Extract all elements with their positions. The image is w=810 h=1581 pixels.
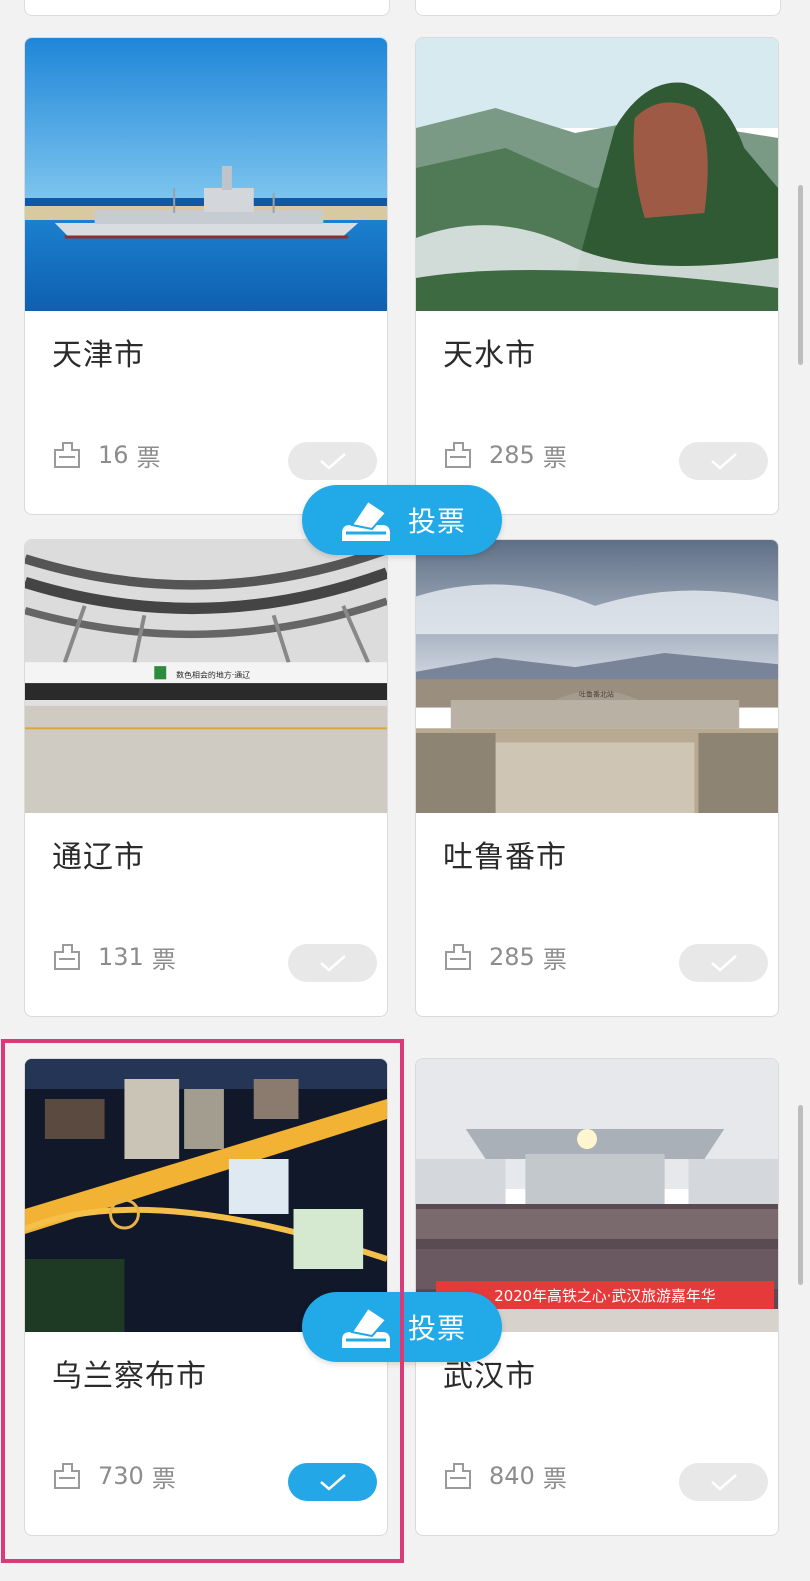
city-card-tianjin[interactable]: 天津市 16 票 bbox=[24, 37, 388, 515]
vote-number: 840 bbox=[489, 1462, 535, 1490]
vote-unit: 票 bbox=[151, 945, 176, 974]
checkmark-icon bbox=[319, 453, 346, 470]
checkmark-icon bbox=[710, 1474, 737, 1491]
scrollbar-thumb[interactable] bbox=[798, 185, 803, 365]
select-toggle[interactable] bbox=[679, 944, 768, 982]
checkmark-icon bbox=[319, 1474, 346, 1491]
checkmark-icon bbox=[710, 453, 737, 470]
ticket-icon bbox=[54, 1463, 80, 1489]
card-partial-left bbox=[24, 0, 390, 16]
select-toggle[interactable] bbox=[679, 442, 768, 480]
vote-button-label: 投票 bbox=[408, 505, 467, 538]
vote-unit: 票 bbox=[151, 1464, 176, 1493]
city-card-tianshui[interactable]: 天水市 285 票 bbox=[415, 37, 779, 515]
select-toggle[interactable] bbox=[288, 442, 377, 480]
select-toggle[interactable] bbox=[679, 1463, 768, 1501]
vote-button[interactable]: 投票 bbox=[302, 485, 502, 555]
city-photo-wuhan: 2020年高铁之心·武汉旅游嘉年华 bbox=[416, 1059, 778, 1332]
vote-unit: 票 bbox=[542, 443, 567, 472]
city-name: 吐鲁番市 bbox=[443, 840, 567, 875]
vote-count: 285 票 bbox=[443, 940, 567, 974]
select-toggle[interactable] bbox=[288, 1463, 377, 1501]
vote-button-label: 投票 bbox=[408, 1312, 467, 1345]
vote-number: 285 bbox=[489, 441, 535, 469]
checkmark-icon bbox=[319, 955, 346, 972]
vote-number: 730 bbox=[98, 1462, 144, 1490]
select-toggle[interactable] bbox=[288, 944, 377, 982]
station-sign-text: 数色相会的地方·通辽 bbox=[176, 670, 250, 680]
vote-count: 730 票 bbox=[52, 1459, 176, 1493]
ballot-box-icon bbox=[342, 499, 390, 541]
vote-count: 16 票 bbox=[52, 438, 161, 472]
vote-unit: 票 bbox=[542, 945, 567, 974]
vote-number: 131 bbox=[98, 943, 144, 971]
city-photo-ulanqab bbox=[25, 1059, 387, 1332]
ticket-icon bbox=[54, 944, 80, 970]
card-partial-right bbox=[415, 0, 781, 16]
station-sign-text: 吐鲁番北站 bbox=[579, 689, 614, 698]
vote-count: 131 票 bbox=[52, 940, 176, 974]
city-photo-tianshui bbox=[416, 38, 778, 311]
ticket-icon bbox=[54, 442, 80, 468]
vote-number: 16 bbox=[98, 441, 129, 469]
city-card-turpan[interactable]: 吐鲁番北站 吐鲁番市 285 票 bbox=[415, 539, 779, 1017]
ticket-icon bbox=[445, 944, 471, 970]
ticket-icon bbox=[445, 1463, 471, 1489]
banner-text: 2020年高铁之心·武汉旅游嘉年华 bbox=[494, 1287, 715, 1305]
vote-count: 840 票 bbox=[443, 1459, 567, 1493]
city-photo-tongliao: 数色相会的地方·通辽 bbox=[25, 540, 387, 813]
checkmark-icon bbox=[710, 955, 737, 972]
vote-unit: 票 bbox=[542, 1464, 567, 1493]
city-name: 天水市 bbox=[443, 338, 536, 373]
vote-unit: 票 bbox=[136, 443, 161, 472]
city-photo-turpan: 吐鲁番北站 bbox=[416, 540, 778, 813]
city-name: 乌兰察布市 bbox=[52, 1359, 207, 1394]
city-name: 通辽市 bbox=[52, 840, 145, 875]
city-name: 天津市 bbox=[52, 338, 145, 373]
city-card-tongliao[interactable]: 数色相会的地方·通辽 通辽市 131 票 bbox=[24, 539, 388, 1017]
vote-count: 285 票 bbox=[443, 438, 567, 472]
ticket-icon bbox=[445, 442, 471, 468]
scrollbar-thumb[interactable] bbox=[798, 1105, 803, 1285]
city-photo-tianjin bbox=[25, 38, 387, 311]
ballot-box-icon bbox=[342, 1306, 390, 1348]
vote-button[interactable]: 投票 bbox=[302, 1292, 502, 1362]
vote-number: 285 bbox=[489, 943, 535, 971]
